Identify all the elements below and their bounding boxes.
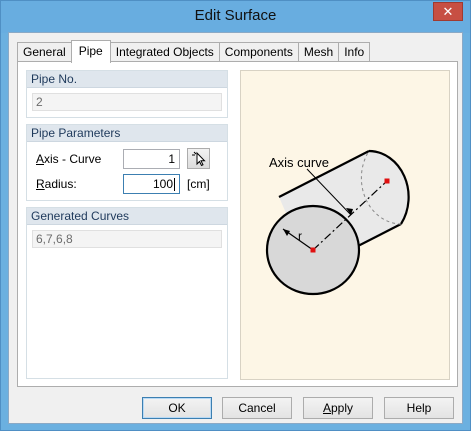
pipe-parameters-group: Pipe Parameters Axis - Curve 1 Radius: 1… [26, 124, 228, 201]
pipe-illustration: Axis curve r [240, 70, 450, 380]
generated-curves-field: 6,7,6,8 [32, 230, 222, 248]
pipe-no-field: 2 [32, 93, 222, 111]
title-bar[interactable]: Edit Surface ✕ [1, 1, 470, 33]
radius-unit: [cm] [187, 177, 210, 191]
tab-components[interactable]: Components [218, 42, 299, 62]
close-button[interactable]: ✕ [433, 2, 463, 21]
help-button[interactable]: Help [384, 397, 454, 419]
tab-pipe[interactable]: Pipe [70, 40, 111, 63]
back-axis-point [384, 178, 390, 184]
ok-button[interactable]: OK [142, 397, 212, 419]
generated-curves-group: Generated Curves 6,7,6,8 [26, 207, 228, 379]
axis-curve-caption: Axis curve [269, 155, 329, 170]
pipe-parameters-title: Pipe Parameters [27, 125, 227, 142]
tab-general[interactable]: General [17, 42, 72, 62]
dialog-client-area: General Pipe Integrated Objects Componen… [8, 32, 463, 424]
cursor-pick-icon [192, 151, 206, 167]
radius-input[interactable]: 100 [123, 174, 180, 194]
window-title: Edit Surface [194, 7, 277, 24]
tab-integrated-objects[interactable]: Integrated Objects [109, 42, 220, 62]
generated-curves-title: Generated Curves [27, 208, 227, 225]
radius-caption: r [298, 229, 302, 243]
text-caret [174, 178, 175, 192]
axis-curve-label: Axis - Curve [36, 152, 102, 166]
pipe-tab-panel: Pipe No. 2 Pipe Parameters Axis - Curve … [17, 61, 458, 387]
axis-curve-input[interactable]: 1 [123, 149, 180, 169]
tab-info[interactable]: Info [338, 42, 371, 62]
radius-label: Radius: [36, 177, 77, 191]
pick-axis-curve-button[interactable] [187, 148, 210, 169]
apply-button[interactable]: Apply [303, 397, 373, 419]
close-icon: ✕ [442, 3, 454, 19]
front-axis-point [310, 247, 316, 253]
cancel-button[interactable]: Cancel [222, 397, 292, 419]
pipe-no-title: Pipe No. [27, 71, 227, 88]
tab-strip: General Pipe Integrated Objects Componen… [17, 40, 371, 63]
pipe-no-group: Pipe No. 2 [26, 70, 228, 118]
tab-mesh[interactable]: Mesh [297, 42, 340, 62]
edit-surface-dialog: Edit Surface ✕ General Pipe Integrated O… [0, 0, 471, 431]
pipe-cylinder-diagram: Axis curve r [265, 149, 410, 296]
